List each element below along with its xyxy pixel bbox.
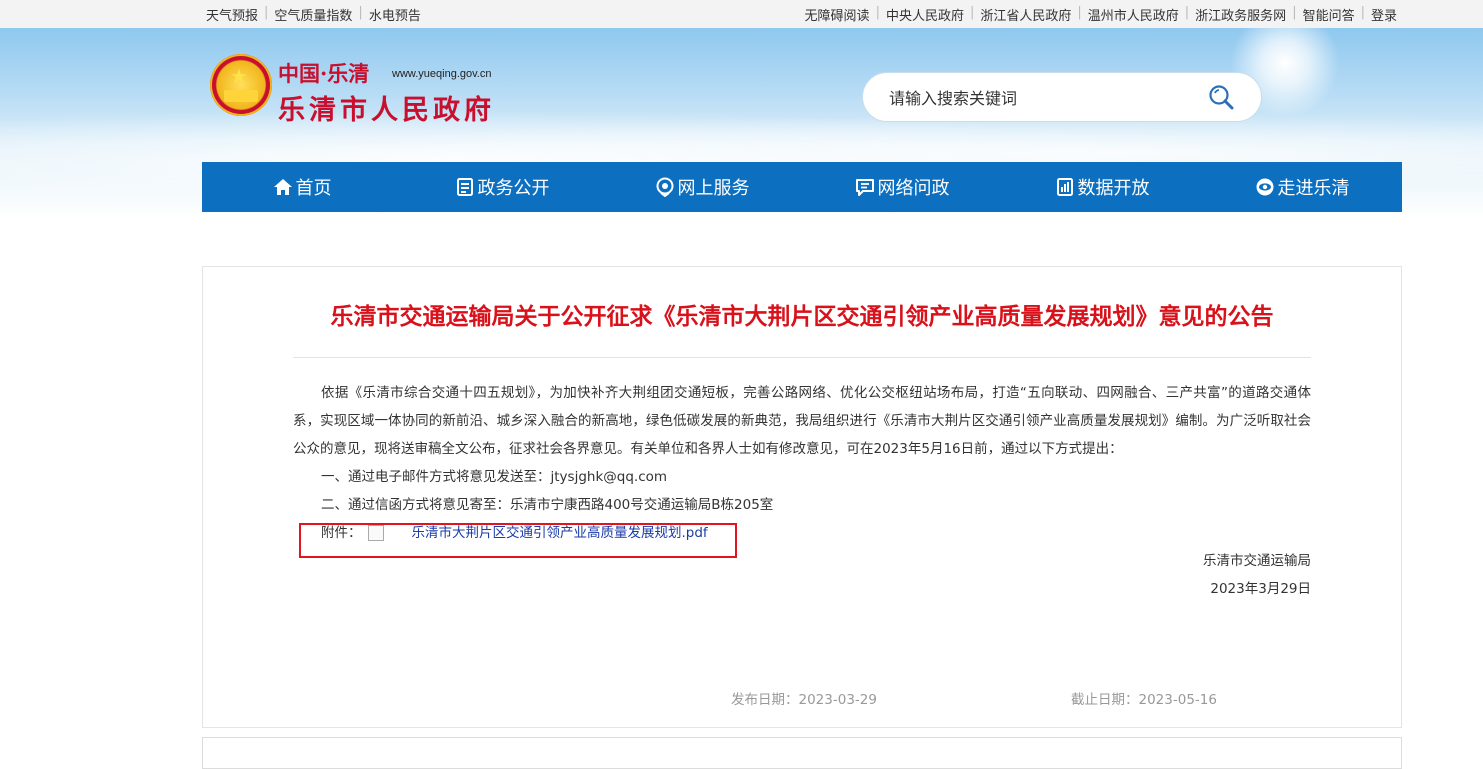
signature-org: 乐清市交通运输局 [1203, 553, 1311, 569]
service-icon [656, 177, 673, 197]
article-title: 乐清市交通运输局关于公开征求《乐清市大荆片区交通引领产业高质量发展规划》意见的公… [330, 304, 1274, 330]
topbar-link-smart-qa[interactable]: 智能问答 [1303, 5, 1355, 24]
nav-item-label: 数据开放 [1077, 178, 1150, 199]
topbar-link-login[interactable]: 登录 [1371, 5, 1397, 24]
emblem-base [224, 90, 258, 102]
topbar-separator: | [1360, 5, 1365, 20]
topbar-link-utility-notice[interactable]: 水电预告 [369, 5, 421, 24]
topbar-left-links: 天气预报 | 空气质量指数 | 水电预告 [206, 5, 421, 24]
method-mail: 二、通过信函方式将意见寄至：乐清市宁康西路400号交通运输局B栋205室 [321, 497, 774, 513]
data-icon [1056, 178, 1073, 196]
method-email: 一、通过电子邮件方式将意见发送至：jtysjghk@qq.com [321, 469, 668, 485]
topbar-right-links: 无障碍阅读 | 中央人民政府 | 浙江省人民政府 | 温州市人民政府 | 浙江政… [805, 5, 1397, 24]
document-icon [456, 178, 473, 196]
topbar-link-central-gov[interactable]: 中央人民政府 [886, 5, 964, 24]
nav-item-gov-affairs[interactable]: 政务公开 [402, 162, 602, 212]
nav-item-label: 网络问政 [877, 178, 950, 199]
nav-item-home[interactable]: 首页 [202, 162, 402, 212]
publish-date: 发布日期：2023-03-29 [731, 692, 877, 708]
search-box [862, 72, 1262, 122]
title-divider [293, 357, 1311, 358]
nav-item-online-inquiry[interactable]: 网络问政 [802, 162, 1002, 212]
topbar-separator: | [264, 5, 269, 20]
deadline-date: 截止日期：2023-05-16 [1071, 692, 1217, 708]
article-container: 乐清市交通运输局关于公开征求《乐清市大荆片区交通引领产业高质量发展规划》意见的公… [202, 266, 1402, 728]
top-bar: 天气预报 | 空气质量指数 | 水电预告 无障碍阅读 | 中央人民政府 | 浙江… [0, 0, 1483, 28]
topbar-link-air-quality[interactable]: 空气质量指数 [274, 5, 352, 24]
main-nav: 首页 政务公开 网上服务 网络问政 数据开放 走进乐清 [202, 162, 1402, 212]
star-icon: ★ [230, 64, 248, 88]
nav-item-open-data[interactable]: 数据开放 [1002, 162, 1202, 212]
nav-item-online-service[interactable]: 网上服务 [602, 162, 802, 212]
topbar-separator: | [1077, 5, 1082, 20]
nav-item-label: 走进乐清 [1277, 178, 1350, 199]
national-emblem-icon[interactable]: ★ [210, 54, 272, 116]
topbar-separator: | [875, 5, 880, 20]
article-body: 依据《乐清市综合交通十四五规划》，为加快补齐大荆组团交通短板，完善公路网络、优化… [293, 379, 1311, 547]
topbar-link-accessibility[interactable]: 无障碍阅读 [805, 5, 870, 24]
topbar-separator: | [1292, 5, 1297, 20]
logo-main-text[interactable]: 乐清市人民政府 [278, 88, 495, 127]
bottom-panel [202, 737, 1402, 769]
signature-date: 2023年3月29日 [1210, 581, 1311, 597]
topbar-link-weather[interactable]: 天气预报 [206, 5, 258, 24]
nav-item-label: 网上服务 [677, 178, 750, 199]
eye-icon [1256, 178, 1273, 196]
nav-item-label: 首页 [295, 178, 332, 199]
nav-item-label: 政务公开 [477, 178, 550, 199]
article-paragraph: 依据《乐清市综合交通十四五规划》，为加快补齐大荆组团交通短板，完善公路网络、优化… [293, 385, 1311, 457]
topbar-link-zhejiang-service[interactable]: 浙江政务服务网 [1195, 5, 1286, 24]
topbar-separator: | [969, 5, 975, 20]
search-input[interactable] [887, 85, 1191, 111]
home-icon [273, 179, 292, 195]
attachment-highlight-box [299, 523, 737, 558]
topbar-separator: | [358, 5, 363, 20]
topbar-link-zhejiang-gov[interactable]: 浙江省人民政府 [980, 5, 1071, 24]
topbar-link-wenzhou-gov[interactable]: 温州市人民政府 [1088, 5, 1179, 24]
logo-top-text[interactable]: 中国·乐清 [278, 58, 369, 88]
signature-block: 乐清市交通运输局 2023年3月29日 [1203, 547, 1311, 603]
search-icon[interactable] [1207, 83, 1235, 111]
topbar-separator: | [1184, 5, 1190, 20]
logo-url-text: www.yueqing.gov.cn [392, 68, 492, 80]
nav-item-about-yueqing[interactable]: 走进乐清 [1202, 162, 1402, 212]
chat-icon [855, 179, 874, 196]
